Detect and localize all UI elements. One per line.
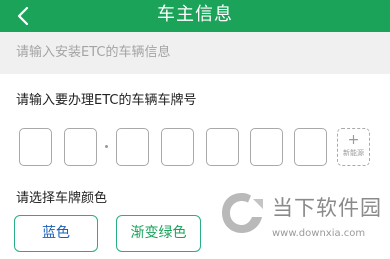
plate-char-input-7[interactable] bbox=[294, 128, 327, 166]
plate-char-input-2[interactable] bbox=[64, 128, 97, 166]
plate-separator-dot bbox=[105, 145, 108, 148]
info-hint-bar: 请输入安装ETC的车辆信息 bbox=[0, 32, 390, 74]
plate-color-label: 请选择车牌颜色 bbox=[16, 191, 108, 206]
plate-char-input-4[interactable] bbox=[161, 128, 194, 166]
blue-plate-button[interactable]: 蓝色 bbox=[14, 215, 98, 252]
plate-char-input-1[interactable] bbox=[19, 128, 52, 166]
gradient-green-plate-button[interactable]: 渐变绿色 bbox=[116, 215, 201, 252]
new-energy-label: 新能源 bbox=[343, 149, 364, 157]
plate-char-input-5[interactable] bbox=[206, 128, 239, 166]
plus-icon: + bbox=[347, 132, 360, 148]
plate-number-label: 请输入要办理ETC的车辆车牌号 bbox=[16, 93, 197, 108]
watermark-name: 当下软件园 bbox=[272, 196, 382, 220]
watermark-url: www.downxia.com bbox=[272, 228, 366, 239]
plate-char-input-3[interactable] bbox=[116, 128, 149, 166]
watermark: 当下软件园 www.downxia.com bbox=[218, 189, 388, 257]
page-title: 车主信息 bbox=[157, 4, 233, 25]
new-energy-plate-button[interactable]: + 新能源 bbox=[337, 128, 370, 166]
watermark-logo-icon bbox=[222, 193, 263, 233]
plate-char-input-6[interactable] bbox=[250, 128, 283, 166]
info-hint-text: 请输入安装ETC的车辆信息 bbox=[16, 45, 171, 60]
top-bar: 车主信息 bbox=[0, 0, 390, 32]
